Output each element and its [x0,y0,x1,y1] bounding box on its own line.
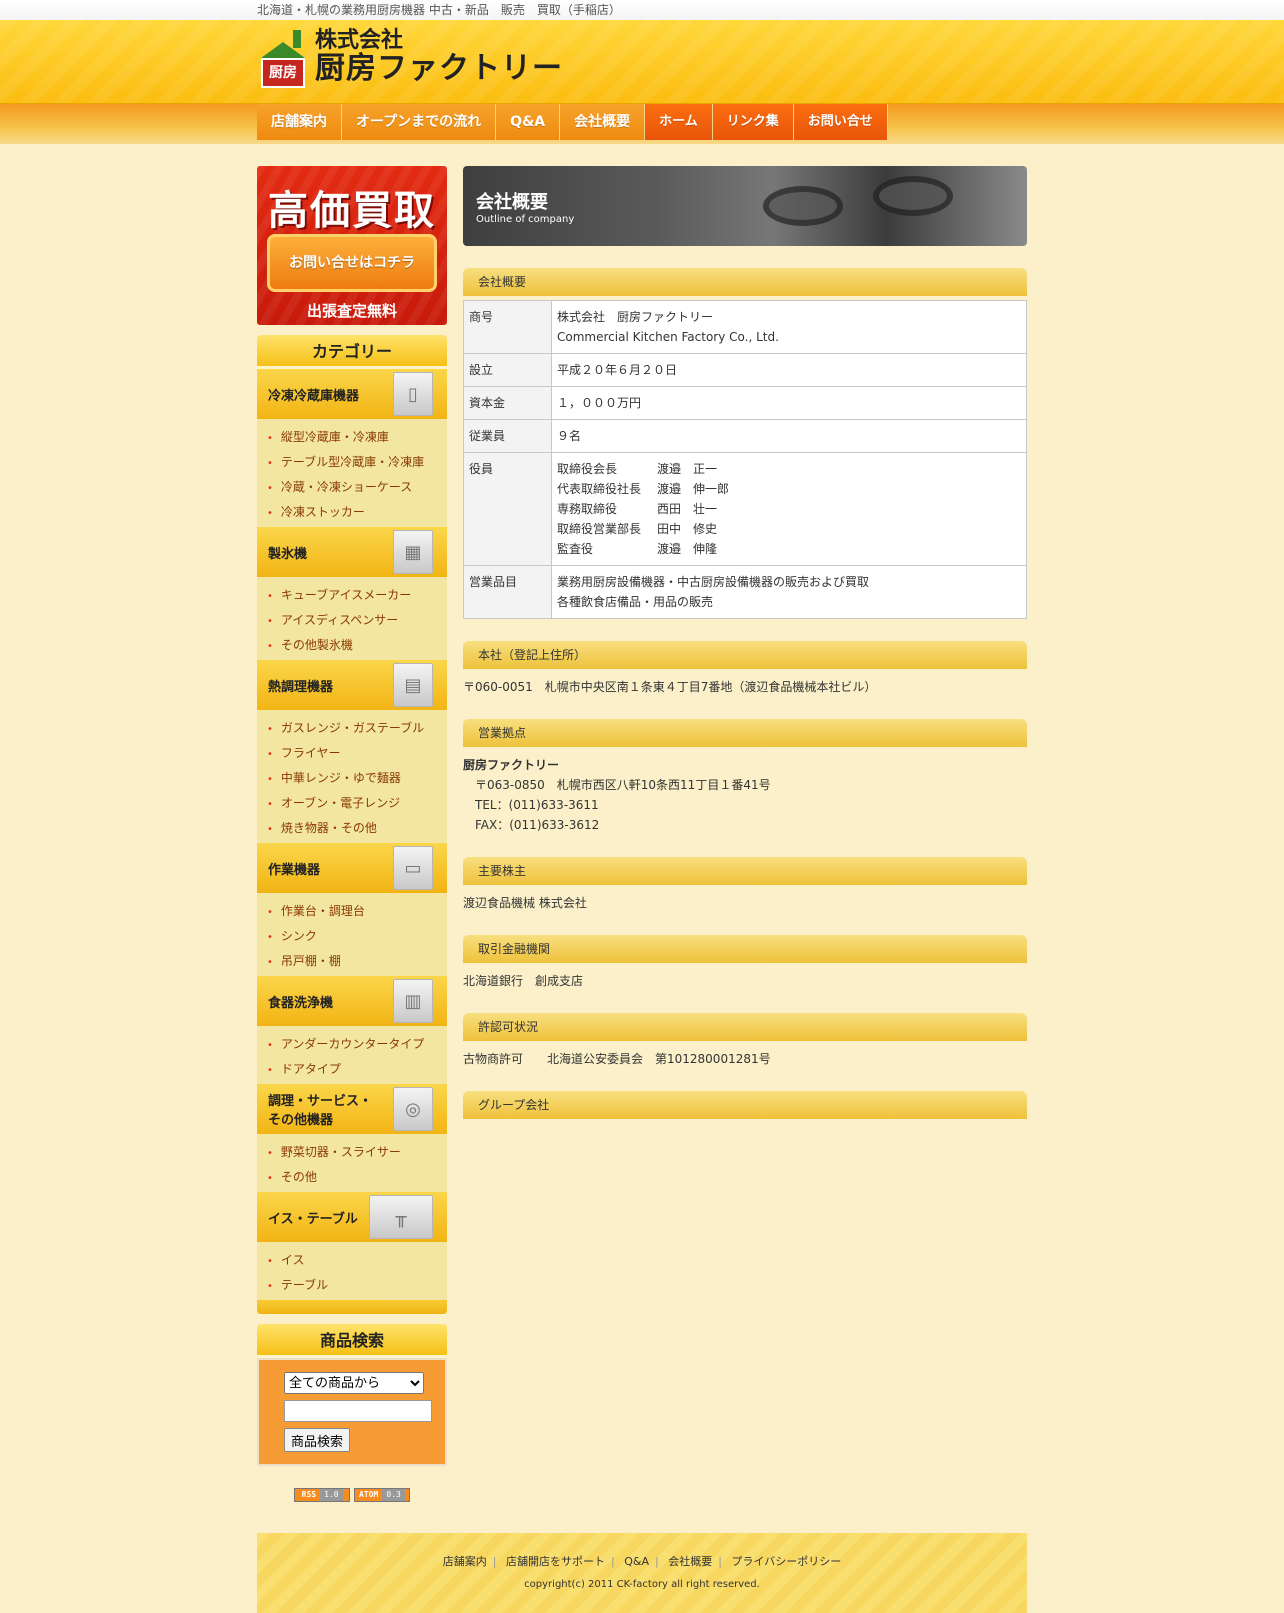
bank-text: 北海道銀行 創成支店 [463,974,584,988]
main-nav: 店舗案内 オープンまでの流れ Q&A 会社概要 ホーム リンク集 お問い合せ [0,104,1284,144]
section-license-heading: 許認可状況 [463,1013,1027,1041]
category-link[interactable]: • オーブン・電子レンジ [267,791,447,816]
nav-store-info[interactable]: 店舗案内 [257,104,342,140]
category-link[interactable]: • その他製氷機 [267,633,447,658]
nav-open-flow[interactable]: オープンまでの流れ [342,104,497,140]
branch-info: 厨房ファクトリー 〒063-0850 札幌市西区八軒10条西11丁目１番41号 … [463,758,771,832]
nav-contact[interactable]: お問い合せ [793,104,888,140]
footer-link-privacy[interactable]: プライバシーポリシー [731,1555,841,1568]
main-content: 会社概要 Outline of company 会社概要 商号 株式会社 厨房フ… [463,166,1027,1119]
section-bank-heading: 取引金融機関 [463,935,1027,963]
category-link[interactable]: • 吊戸棚・棚 [267,949,447,974]
footer-link-support[interactable]: 店舗開店をサポート [506,1555,605,1568]
nav-qa[interactable]: Q&A [496,104,561,140]
search-heading: 商品検索 [257,1324,447,1358]
section-group-heading: グループ会社 [463,1091,1027,1119]
nav-home[interactable]: ホーム [645,104,713,140]
contact-button[interactable]: お問い合せはコチラ [267,234,437,292]
footer-link-qa[interactable]: Q&A [624,1555,649,1568]
nav-company[interactable]: 会社概要 [560,104,646,140]
category-link[interactable]: • 作業台・調理台 [267,899,447,924]
table-chair-icon: ╥ [369,1195,433,1239]
section-shareholder-heading: 主要株主 [463,857,1027,885]
header: 厨房 株式会社 厨房ファクトリー [0,20,1284,104]
promo-note: 出張査定無料 [306,302,397,320]
category-link[interactable]: • ガスレンジ・ガステーブル [267,716,447,741]
category-ice[interactable]: 製氷機 ▦ [257,527,447,577]
category-link[interactable]: • 野菜切器・スライサー [267,1140,447,1165]
category-link[interactable]: • 冷蔵・冷凍ショーケース [267,475,447,500]
page-hero: 会社概要 Outline of company [463,166,1027,246]
category-link[interactable]: • イス [267,1248,447,1273]
rss-badge[interactable]: RSS 1.0 [294,1488,351,1502]
mixer-icon: ◎ [393,1087,433,1131]
shareholder-text: 渡辺食品機械 株式会社 [463,896,587,910]
page-subtitle: Outline of company [476,214,575,225]
category-link[interactable]: • 焼き物器・その他 [267,816,447,841]
category-freezer[interactable]: 冷凍冷蔵庫機器 ▯ [257,369,447,419]
atom-badge[interactable]: ATOM 0.3 [353,1488,410,1502]
top-bar-text: 北海道・札幌の業務用厨房機器 中古・新品 販売 買取（手稲店） [257,3,621,17]
range-icon: ▤ [393,663,433,707]
footer: 店舗案内 | 店舗開店をサポート | Q&A | 会社概要 | プライバシーポリシー c… [257,1533,1027,1613]
category-link[interactable]: • その他 [267,1165,447,1190]
fridge-icon: ▯ [393,372,433,416]
search-input[interactable] [284,1400,432,1422]
page-title: 会社概要 [476,192,548,213]
logo-mark: 厨房 [259,28,307,88]
dishwasher-icon: ▥ [393,979,433,1023]
category-furniture[interactable]: イス・テーブル ╥ [257,1192,447,1242]
license-text: 古物商許可 北海道公安委員会 第101280001281号 [463,1052,771,1066]
category-link[interactable]: • フライヤー [267,741,447,766]
category-service[interactable]: 調理・サービス・その他機器 ◎ [257,1084,447,1134]
category-list: 冷凍冷蔵庫機器 ▯ • 縦型冷蔵庫・冷凍庫 • テーブル型冷蔵庫・冷凍庫 • 冷蔵・冷凍… [257,369,447,1314]
copyright: copyright(c) 2011 CK-factory all right r… [524,1579,760,1590]
logo-line1: 株式会社 [315,28,404,54]
footer-link-store[interactable]: 店舗案内 [443,1555,487,1568]
category-link[interactable]: • シンク [267,924,447,949]
hq-address: 〒060-0051 札幌市中央区南１条東４丁目7番地（渡辺食品機械本社ビル） [463,680,877,694]
site-logo[interactable]: 厨房 株式会社 厨房ファクトリー [259,28,563,88]
category-link[interactable]: • キューブアイスメーカー [267,583,447,608]
category-heat[interactable]: 熱調理機器 ▤ [257,660,447,710]
top-bar: 北海道・札幌の業務用厨房機器 中古・新品 販売 買取（手稲店） [0,0,1284,20]
search-category-select[interactable]: 全ての商品から [284,1372,424,1394]
category-link[interactable]: • テーブル型冷蔵庫・冷凍庫 [267,450,447,475]
worktable-icon: ▭ [393,846,433,890]
sidebar: 高価買取 お問い合せはコチラ 出張査定無料 カテゴリー 冷凍冷蔵庫機器 ▯ • 縦型… [257,166,447,1502]
category-link[interactable]: • テーブル [267,1273,447,1298]
category-heading: カテゴリー [257,335,447,369]
section-hq-heading: 本社（登記上住所） [463,641,1027,669]
footer-link-company[interactable]: 会社概要 [668,1555,712,1568]
category-work[interactable]: 作業機器 ▭ [257,843,447,893]
category-link[interactable]: • 冷凍ストッカー [267,500,447,525]
category-link[interactable]: • 中華レンジ・ゆで麺器 [267,766,447,791]
search-panel: 全ての商品から 商品検索 [257,1358,447,1466]
category-dishwasher[interactable]: 食器洗浄機 ▥ [257,976,447,1026]
feed-badges: RSS 1.0 ATOM 0.3 [257,1486,447,1502]
nav-links[interactable]: リンク集 [712,104,794,140]
search-button[interactable]: 商品検索 [284,1428,351,1452]
promo-banner[interactable]: 高価買取 お問い合せはコチラ 出張査定無料 [257,166,447,325]
company-table: 商号 株式会社 厨房ファクトリー Commercial Kitchen Facto… [463,300,1027,619]
category-link[interactable]: • アイスディスペンサー [267,608,447,633]
section-branch-heading: 営業拠点 [463,719,1027,747]
promo-title: 高価買取 [268,188,436,234]
category-link[interactable]: • ドアタイプ [267,1057,447,1082]
section-outline-heading: 会社概要 [463,268,1027,296]
category-link[interactable]: • アンダーカウンタータイプ [267,1032,447,1057]
category-link[interactable]: • 縦型冷蔵庫・冷凍庫 [267,425,447,450]
logo-line2: 厨房ファクトリー [315,50,563,86]
ice-machine-icon: ▦ [393,530,433,574]
